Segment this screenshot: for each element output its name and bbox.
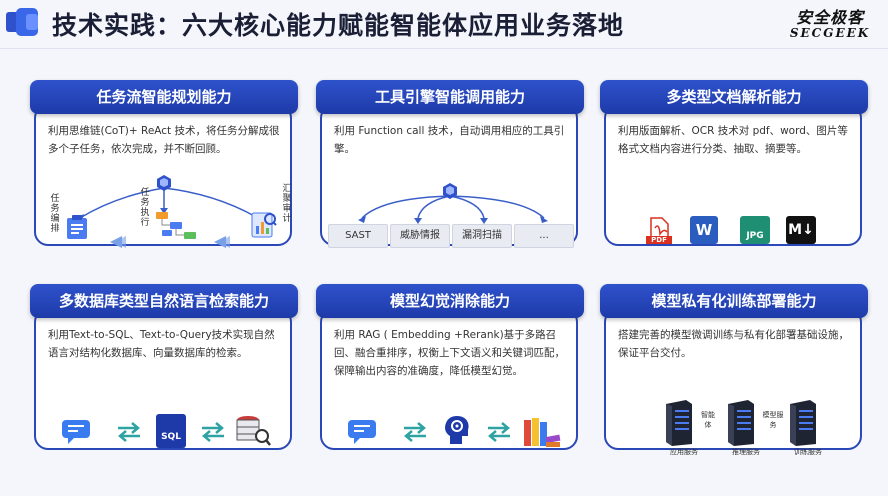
jpg-file-icon: JPG (740, 216, 770, 244)
brain-gear-icon (445, 416, 469, 444)
card-body: 搭建完善的模型微调训练与私有化部署基础设施，保证平台交付。 智能体 模型服务 应… (604, 308, 862, 456)
brand-logo: 安全极客 SECGEEK (778, 4, 882, 40)
card-title: 任务流智能规划能力 (30, 80, 298, 114)
server-rack-icon (728, 400, 754, 446)
swap-arrows-icon (404, 422, 426, 442)
server-tag-model: 模型服务 (762, 411, 784, 429)
server-rack-icon (790, 400, 816, 446)
books-icon (524, 418, 561, 447)
card-private-deployment: 搭建完善的模型微调训练与私有化部署基础设施，保证平台交付。 智能体 模型服务 应… (600, 284, 868, 456)
card-title: 模型幻觉消除能力 (316, 284, 584, 318)
server-label-app: 应用服务 (670, 448, 698, 456)
tool-tag-sast: SAST (328, 224, 388, 248)
card-nl-database-search: 利用Text-to-SQL、Text-to-Query技术实现自然语言对结构化数… (30, 284, 298, 454)
label-task-execution: 任务执行 (140, 188, 150, 228)
card-body: 利用 RAG ( Embedding +Rerank)基于多路召回、融合重排序，… (320, 308, 578, 450)
label-aggregate-audit: 汇聚审计 (282, 184, 292, 224)
brand-logo-cn: 安全极客 (795, 8, 864, 27)
chat-bubble-icon (62, 420, 90, 444)
server-rack-icon (666, 400, 692, 446)
card-document-parsing: 利用版面解析、OCR 技术对 pdf、word、图片等格式文档内容进行分类、抽取… (600, 80, 868, 250)
card-task-planning: 利用思维链(CoT)+ ReAct 技术，将任务分解成很多个子任务，依次完成，并… (30, 80, 298, 250)
flowchart-icon (156, 212, 196, 239)
audit-report-icon (251, 212, 277, 238)
card-description: 利用Text-to-SQL、Text-to-Query技术实现自然语言对结构化数… (48, 329, 275, 359)
card-body: 利用Text-to-SQL、Text-to-Query技术实现自然语言对结构化数… (34, 308, 292, 450)
card-description: 搭建完善的模型微调训练与私有化部署基础设施，保证平台交付。 (618, 329, 849, 359)
clipboard-icon (67, 215, 87, 239)
server-tag-agent: 智能体 (701, 411, 715, 429)
header-divider (0, 48, 888, 49)
card-description: 利用版面解析、OCR 技术对 pdf、word、图片等格式文档内容进行分类、抽取… (618, 125, 848, 155)
database-search-icon (236, 416, 271, 446)
card-body: 利用版面解析、OCR 技术对 pdf、word、图片等格式文档内容进行分类、抽取… (604, 104, 862, 246)
chat-bubble-icon (348, 420, 376, 444)
card-tool-invocation: 利用 Function call 技术，自动调用相应的工具引擎。 SAST 威胁… (316, 80, 584, 250)
card-body: 利用 Function call 技术，自动调用相应的工具引擎。 SAST 威胁… (320, 104, 578, 248)
server-label-inference: 推理服务 (732, 448, 760, 456)
header-logo-icon (6, 8, 38, 36)
swap-arrows-icon (202, 422, 224, 442)
sql-file-label: SQL (161, 432, 181, 442)
card-title: 多类型文档解析能力 (600, 80, 868, 114)
word-file-icon: W (690, 216, 718, 244)
markdown-file-icon: M↓ (786, 216, 816, 244)
pdf-file-icon: PDF (646, 216, 672, 246)
card-title: 模型私有化训练部署能力 (600, 284, 868, 318)
card-title: 工具引擎智能调用能力 (316, 80, 584, 114)
swap-arrows-icon (488, 422, 510, 442)
swap-arrows-icon (118, 422, 140, 442)
card-hallucination-removal: 利用 RAG ( Embedding +Rerank)基于多路召回、融合重排序，… (316, 284, 584, 454)
label-task-orchestration: 任务编排 (50, 194, 60, 234)
server-label-training: 训练服务 (794, 448, 822, 456)
card-body: 利用思维链(CoT)+ ReAct 技术，将任务分解成很多个子任务，依次完成，并… (34, 104, 292, 248)
tool-tag-threat-intel: 威胁情报 (390, 224, 450, 248)
card-description: 利用 RAG ( Embedding +Rerank)基于多路召回、融合重排序，… (334, 329, 565, 377)
pdf-file-label: PDF (646, 236, 672, 244)
cube-icon (157, 175, 171, 191)
sql-file-icon: SQL (156, 414, 186, 448)
card-title: 多数据库类型自然语言检索能力 (30, 284, 298, 318)
brand-logo-en: SECGEEK (789, 26, 871, 40)
tool-tag-vuln-scan: 漏洞扫描 (452, 224, 512, 248)
cube-icon (443, 183, 457, 199)
tool-tag-more: ... (514, 224, 574, 248)
page-title: 技术实践：六大核心能力赋能智能体应用业务落地 (52, 11, 625, 40)
